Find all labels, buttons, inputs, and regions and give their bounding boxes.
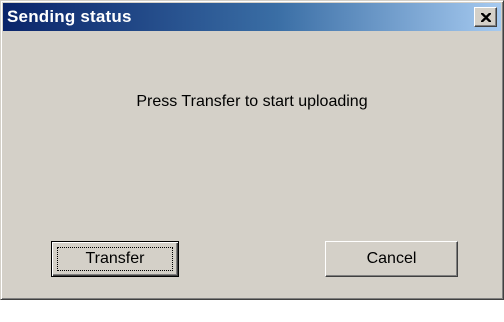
close-button[interactable] xyxy=(474,7,497,27)
sending-status-dialog: Sending status Press Transfer to start u… xyxy=(0,0,504,300)
transfer-button[interactable]: Transfer xyxy=(51,241,179,277)
title-bar[interactable]: Sending status xyxy=(3,3,501,31)
cancel-button[interactable]: Cancel xyxy=(325,241,458,277)
transfer-button-label: Transfer xyxy=(57,247,173,271)
close-icon xyxy=(480,12,491,22)
status-message: Press Transfer to start uploading xyxy=(136,93,368,110)
dialog-title: Sending status xyxy=(7,7,132,26)
